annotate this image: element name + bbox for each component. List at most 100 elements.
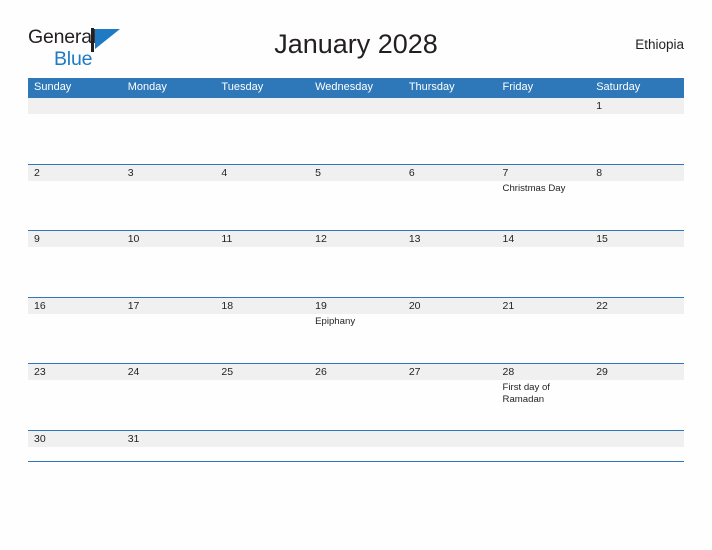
day-number: 7 bbox=[502, 166, 509, 179]
calendar-day-cell[interactable]: 12 bbox=[309, 231, 403, 297]
calendar-day-cell[interactable] bbox=[590, 431, 684, 461]
calendar-day-cell[interactable]: 20 bbox=[403, 298, 497, 364]
calendar-day-cell[interactable] bbox=[309, 98, 403, 164]
calendar-week-row: 23 24 25 26 27 28 First day of Ramadan 29 bbox=[28, 363, 684, 430]
calendar-grid: Sunday Monday Tuesday Wednesday Thursday… bbox=[28, 78, 684, 462]
calendar-day-cell[interactable] bbox=[215, 431, 309, 461]
calendar-week-row: 9 10 11 12 13 14 15 bbox=[28, 230, 684, 297]
day-number: 12 bbox=[315, 233, 327, 245]
day-number: 31 bbox=[127, 432, 140, 445]
calendar-day-cell[interactable]: 10 bbox=[122, 231, 216, 297]
day-number: 3 bbox=[127, 166, 134, 179]
calendar-day-cell[interactable] bbox=[215, 98, 309, 164]
day-number: 9 bbox=[34, 233, 40, 245]
page-header: General Blue January 2028 Ethiopia bbox=[28, 24, 684, 72]
calendar-day-cell[interactable]: 6 bbox=[403, 165, 497, 231]
calendar-day-cell[interactable]: 5 bbox=[309, 165, 403, 231]
calendar-day-cell[interactable]: 26 bbox=[309, 364, 403, 430]
weekday-header-monday: Monday bbox=[127, 81, 167, 93]
weekday-header-friday: Friday bbox=[502, 81, 534, 93]
calendar-day-cell[interactable]: 17 bbox=[122, 298, 216, 364]
calendar-week-row: 30 31 bbox=[28, 429, 684, 462]
day-number: 2 bbox=[34, 166, 40, 179]
calendar-day-cell[interactable]: 19 Epiphany bbox=[309, 298, 403, 364]
calendar-day-cell[interactable] bbox=[497, 431, 591, 461]
calendar-day-cell[interactable] bbox=[497, 98, 591, 164]
day-number bbox=[128, 98, 216, 114]
calendar-day-cell[interactable] bbox=[28, 98, 122, 164]
calendar-day-cell[interactable]: 4 bbox=[215, 165, 309, 231]
calendar-day-cell[interactable]: 21 bbox=[497, 298, 591, 364]
calendar-day-cell[interactable]: 1 bbox=[590, 98, 684, 164]
calendar-day-cell[interactable]: 13 bbox=[403, 231, 497, 297]
day-number: 18 bbox=[221, 299, 234, 312]
day-number: 11 bbox=[221, 233, 233, 245]
calendar-day-cell[interactable]: 15 bbox=[590, 231, 684, 297]
day-number: 19 bbox=[315, 299, 327, 312]
day-number: 5 bbox=[315, 166, 321, 179]
day-number bbox=[315, 431, 403, 447]
day-number: 1 bbox=[596, 100, 603, 112]
day-number bbox=[315, 98, 403, 114]
day-number bbox=[221, 98, 309, 114]
day-event: Christmas Day bbox=[502, 182, 566, 194]
day-number bbox=[503, 98, 591, 114]
day-number: 13 bbox=[408, 233, 421, 245]
calendar-day-cell[interactable]: 27 bbox=[403, 364, 497, 430]
calendar-day-cell[interactable]: 30 bbox=[28, 431, 122, 461]
day-event: First day of Ramadan bbox=[502, 382, 550, 406]
calendar-week-days: 23 24 25 26 27 28 First day of Ramadan 29 bbox=[28, 364, 684, 430]
day-number bbox=[221, 431, 309, 447]
day-number: 29 bbox=[596, 366, 608, 378]
calendar-day-cell[interactable]: 2 bbox=[28, 165, 122, 231]
calendar-day-cell[interactable] bbox=[309, 431, 403, 461]
day-number bbox=[34, 98, 122, 114]
day-number: 22 bbox=[596, 299, 608, 312]
calendar-day-cell[interactable]: 23 bbox=[28, 364, 122, 430]
calendar-week-days: 2 3 4 5 6 7 Christmas Day 8 bbox=[28, 165, 684, 231]
weekday-header-wednesday: Wednesday bbox=[315, 81, 373, 93]
day-number: 24 bbox=[127, 366, 140, 378]
calendar-day-cell[interactable]: 22 bbox=[590, 298, 684, 364]
day-event: Epiphany bbox=[315, 315, 356, 327]
calendar-day-cell[interactable]: 9 bbox=[28, 231, 122, 297]
day-number: 23 bbox=[34, 366, 46, 378]
calendar-day-cell[interactable]: 14 bbox=[497, 231, 591, 297]
calendar-day-cell[interactable] bbox=[403, 98, 497, 164]
calendar-day-cell[interactable]: 18 bbox=[215, 298, 309, 364]
calendar-day-cell[interactable]: 25 bbox=[215, 364, 309, 430]
calendar-day-cell[interactable] bbox=[122, 98, 216, 164]
day-number: 6 bbox=[408, 166, 415, 179]
weekday-header-sunday: Sunday bbox=[34, 81, 72, 93]
calendar-week-row: 1 bbox=[28, 97, 684, 164]
day-number bbox=[409, 431, 497, 447]
calendar-day-cell[interactable]: 28 First day of Ramadan bbox=[497, 364, 591, 430]
weekday-header-tuesday: Tuesday bbox=[221, 81, 264, 93]
calendar-day-cell[interactable]: 31 bbox=[122, 431, 216, 461]
day-number: 30 bbox=[34, 432, 46, 445]
calendar-day-cell[interactable] bbox=[403, 431, 497, 461]
day-number: 26 bbox=[315, 366, 327, 378]
calendar-page: General Blue January 2028 Ethiopia Sunda… bbox=[0, 0, 712, 550]
day-number: 28 bbox=[502, 366, 515, 378]
calendar-day-cell[interactable]: 24 bbox=[122, 364, 216, 430]
day-number: 27 bbox=[408, 366, 421, 378]
calendar-week-days: 1 bbox=[28, 98, 684, 164]
day-number: 20 bbox=[408, 299, 421, 312]
calendar-day-cell[interactable]: 3 bbox=[122, 165, 216, 231]
country-label: Ethiopia bbox=[635, 37, 684, 52]
day-number: 15 bbox=[596, 233, 608, 245]
calendar-week-days: 16 17 18 19 Epiphany 20 21 22 bbox=[28, 298, 684, 364]
day-number: 16 bbox=[34, 299, 46, 312]
day-number: 21 bbox=[502, 299, 515, 312]
calendar-day-cell[interactable]: 7 Christmas Day bbox=[497, 165, 591, 231]
calendar-day-cell[interactable]: 11 bbox=[215, 231, 309, 297]
calendar-week-days: 9 10 11 12 13 14 15 bbox=[28, 231, 684, 297]
weekday-header-row: Sunday Monday Tuesday Wednesday Thursday… bbox=[28, 78, 684, 97]
calendar-week-row: 2 3 4 5 6 7 Christmas Day 8 bbox=[28, 163, 684, 231]
calendar-day-cell[interactable]: 29 bbox=[590, 364, 684, 430]
day-number: 4 bbox=[221, 166, 228, 179]
calendar-day-cell[interactable]: 16 bbox=[28, 298, 122, 364]
day-number bbox=[596, 431, 684, 447]
calendar-day-cell[interactable]: 8 bbox=[590, 165, 684, 231]
